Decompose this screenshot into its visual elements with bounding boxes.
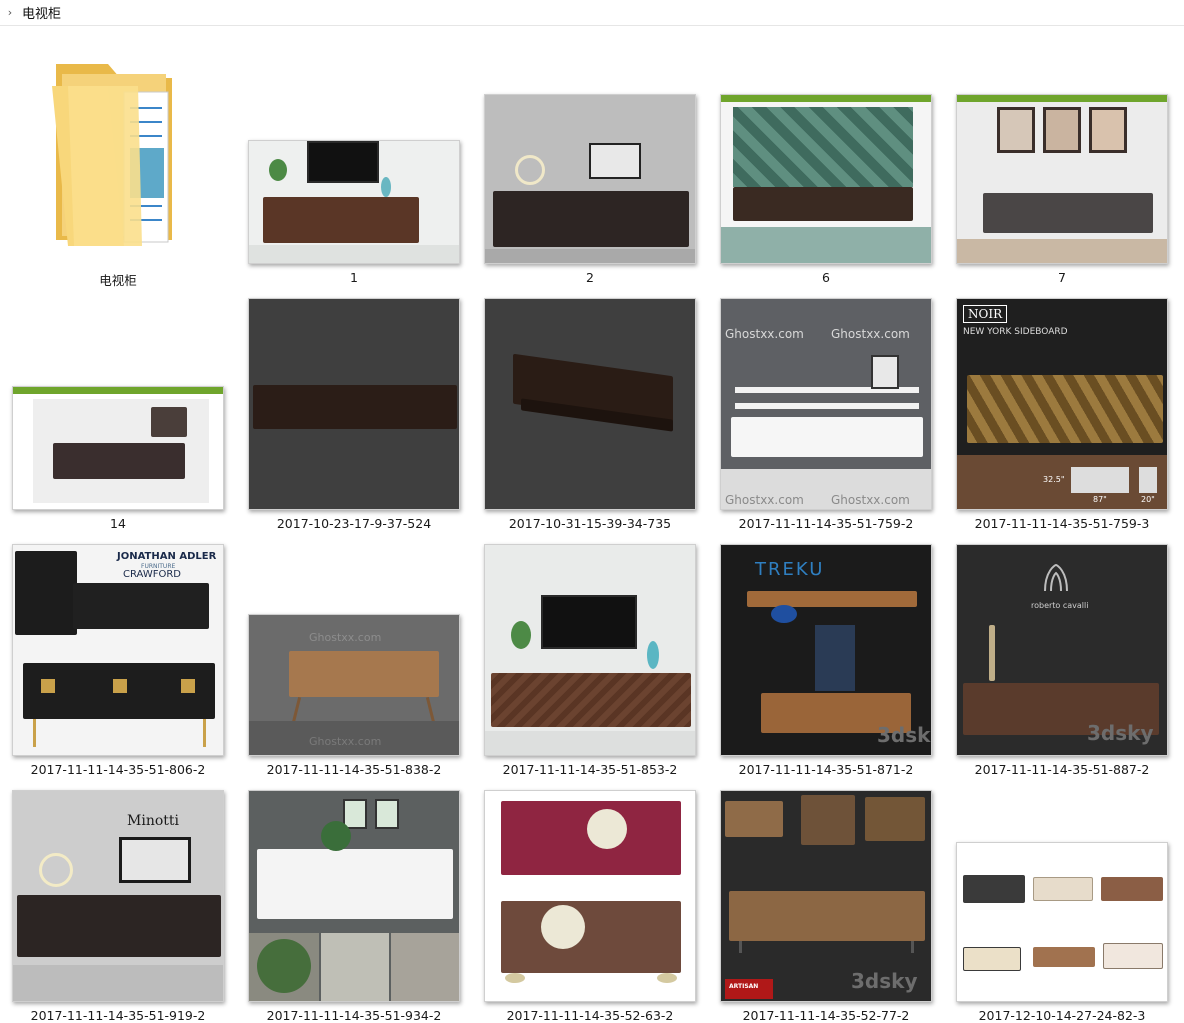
item-name: 2017-10-31-15-39-34-735 (508, 516, 672, 531)
product-title: NEW YORK SIDEBOARD (963, 327, 1068, 337)
image-thumbnail: Ghostxx.com Ghostxx.com Ghostxx.com Ghos… (720, 298, 932, 510)
cavalli-logo-icon (1044, 563, 1068, 592)
watermark-text: Ghostxx.com (831, 327, 910, 341)
item-name: 电视柜 (99, 273, 137, 288)
image-thumbnail: roberto cavalli 3dsky (956, 544, 1168, 756)
product-title: CRAWFORD (123, 569, 181, 580)
watermark-text: Ghostxx.com (309, 735, 382, 748)
image-thumbnail (720, 94, 932, 264)
item-name: 2017-11-11-14-35-51-919-2 (30, 1008, 206, 1023)
brand-logo: roberto cavalli (1031, 601, 1089, 610)
image-thumbnail (484, 544, 696, 756)
watermark-text: 3dsky (877, 723, 931, 747)
item-name: 2 (586, 270, 594, 285)
image-thumbnail (484, 298, 696, 510)
brand-logo: NOIR (963, 305, 1008, 323)
item-name: 2017-11-11-14-35-51-838-2 (266, 762, 442, 777)
item-name: 2017-11-11-14-35-51-887-2 (974, 762, 1150, 777)
image-thumbnail: TREKU 3dsky (720, 544, 932, 756)
item-name: 2017-11-11-14-35-52-63-2 (506, 1008, 674, 1023)
item-name: 2017-10-23-17-9-37-524 (276, 516, 432, 531)
image-thumbnail (484, 790, 696, 1002)
image-thumbnail (248, 790, 460, 1002)
dimension-label: 32.5" (1043, 475, 1065, 484)
watermark-text: 3dsky (851, 969, 918, 993)
item-name: 6 (822, 270, 830, 285)
item-name: 7 (1058, 270, 1066, 285)
image-thumbnail (956, 842, 1168, 1002)
watermark-text: Ghostxx.com (831, 493, 910, 507)
image-thumbnail (484, 94, 696, 264)
image-thumbnail: Ghostxx.com Ghostxx.com (248, 614, 460, 756)
watermark-text: 3dsky (1087, 721, 1154, 745)
item-name: 2017-11-11-14-35-51-759-3 (974, 516, 1150, 531)
breadcrumb-folder[interactable]: 电视柜 (22, 3, 61, 22)
image-thumbnail (248, 140, 460, 264)
chevron-right-icon[interactable]: › (2, 6, 18, 19)
image-thumbnail (12, 386, 224, 510)
dimension-label: 20" (1141, 495, 1155, 504)
image-thumbnail: JONATHAN ADLER FURNITURE CRAWFORD (12, 544, 224, 756)
item-name: 1 (350, 270, 358, 285)
item-name: 2017-11-11-14-35-51-806-2 (30, 762, 206, 777)
image-thumbnail (248, 298, 460, 510)
image-thumbnail (956, 94, 1168, 264)
image-thumbnail: Minotti (12, 790, 224, 1002)
brand-logo: JONATHAN ADLER (117, 551, 217, 562)
dimension-label: 87" (1093, 495, 1107, 504)
watermark-text: Ghostxx.com (309, 631, 382, 644)
watermark-text: Ghostxx.com (725, 327, 804, 341)
brand-logo: TREKU (755, 559, 825, 580)
item-name: 14 (110, 516, 126, 531)
image-thumbnail: ARTISAN 3dsky (720, 790, 932, 1002)
item-name: 2017-11-11-14-35-51-759-2 (738, 516, 914, 531)
item-name: 2017-11-11-14-35-51-934-2 (266, 1008, 442, 1023)
item-name: 2017-11-11-14-35-51-853-2 (502, 762, 678, 777)
item-name: 2017-11-11-14-35-52-77-2 (742, 1008, 910, 1023)
brand-logo: Minotti (127, 813, 179, 829)
image-thumbnail: NOIR NEW YORK SIDEBOARD 32.5" 87" 20" (956, 298, 1168, 510)
folder-icon (52, 64, 172, 246)
item-name: 2017-12-10-14-27-24-82-3 (978, 1008, 1146, 1023)
watermark-text: Ghostxx.com (725, 493, 804, 507)
brand-logo: ARTISAN (729, 983, 759, 990)
item-name: 2017-11-11-14-35-51-871-2 (738, 762, 914, 777)
breadcrumb: › 电视柜 (0, 0, 1184, 26)
